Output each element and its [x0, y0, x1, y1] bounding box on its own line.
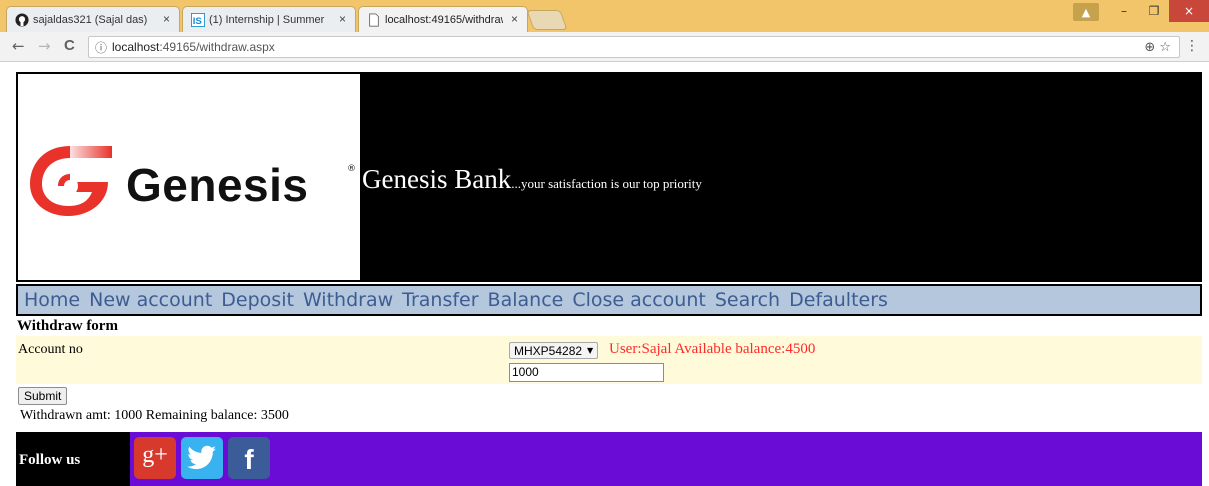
- browser-tabstrip: sajaldas321 (Sajal das) × IS (1) Interns…: [0, 0, 1209, 32]
- address-bar[interactable]: ⓘ localhost:49165/withdraw.aspx ⊕ ☆: [88, 36, 1180, 58]
- tab-title: (1) Internship | Summer I: [209, 13, 327, 26]
- facebook-glyph: f: [244, 444, 254, 475]
- tab-withdraw[interactable]: localhost:49165/withdraw ×: [358, 6, 528, 32]
- withdraw-result: Withdrawn amt: 1000 Remaining balance: 3…: [20, 408, 289, 423]
- twitter-icon[interactable]: [181, 437, 223, 479]
- footer: Follow us g+ f: [16, 432, 1202, 486]
- close-window-button[interactable]: ×: [1169, 0, 1209, 22]
- page-icon: [369, 13, 379, 27]
- bank-tagline: ...your satisfaction is our top priority: [511, 176, 702, 191]
- google-plus-glyph: g+: [142, 442, 168, 468]
- close-icon[interactable]: ×: [511, 12, 518, 26]
- registered-mark: ®: [347, 164, 356, 174]
- follow-label: Follow us: [19, 452, 81, 468]
- tab-title: sajaldas321 (Sajal das): [33, 13, 148, 26]
- menu-item-search[interactable]: Search: [715, 289, 780, 311]
- account-selected-value: MHXP54282: [514, 343, 583, 358]
- form-title: Withdraw form: [17, 318, 118, 334]
- menu-item-transfer[interactable]: Transfer: [402, 289, 478, 311]
- submit-button[interactable]: Submit: [18, 387, 68, 405]
- zoom-bookmark-icons[interactable]: ⊕ ☆: [1144, 40, 1171, 55]
- info-icon[interactable]: ⓘ: [95, 39, 107, 56]
- close-icon[interactable]: ×: [163, 12, 170, 26]
- main-menu: Home New account Deposit Withdraw Transf…: [16, 284, 1202, 316]
- new-tab-button[interactable]: [526, 10, 568, 30]
- github-icon: [15, 13, 29, 27]
- minimize-button[interactable]: –: [1109, 0, 1139, 22]
- restore-button[interactable]: ❐: [1139, 0, 1169, 22]
- menu-item-balance[interactable]: Balance: [488, 289, 564, 311]
- amount-input[interactable]: 1000: [509, 363, 664, 382]
- google-plus-icon[interactable]: g+: [134, 437, 176, 479]
- menu-item-home[interactable]: Home: [24, 289, 80, 311]
- browser-menu-icon[interactable]: ⋮: [1185, 38, 1199, 54]
- menu-item-withdraw[interactable]: Withdraw: [303, 289, 393, 311]
- url-host: localhost: [112, 40, 160, 54]
- tab-github[interactable]: sajaldas321 (Sajal das) ×: [6, 6, 180, 32]
- reload-button[interactable]: C: [64, 37, 75, 55]
- chevron-down-icon: ▼: [587, 346, 594, 355]
- user-balance-info: User:Sajal Available balance:4500: [609, 341, 816, 357]
- url-path: :49165/withdraw.aspx: [159, 40, 275, 54]
- back-button[interactable]: ←: [12, 37, 25, 55]
- logo-wordmark: Genesis: [126, 159, 309, 211]
- bank-name: Genesis Bank: [362, 164, 512, 194]
- menu-item-defaulters[interactable]: Defaulters: [789, 289, 888, 311]
- bank-title: Genesis Bank...your satisfaction is our …: [362, 164, 702, 195]
- menu-item-deposit[interactable]: Deposit: [221, 289, 294, 311]
- browser-toolbar: ← → C ⓘ localhost:49165/withdraw.aspx ⊕ …: [0, 32, 1209, 62]
- tab-internship[interactable]: IS (1) Internship | Summer I ×: [182, 6, 356, 32]
- internshala-icon: IS: [191, 13, 205, 27]
- window-controls: ▲ – ❐ ×: [1073, 0, 1209, 24]
- withdraw-form-panel: Account no MHXP54282 ▼ User:Sajal Availa…: [16, 336, 1202, 384]
- tab-title: localhost:49165/withdraw: [385, 13, 503, 26]
- genesis-swirl-icon: [30, 146, 112, 216]
- svg-text:IS: IS: [193, 16, 203, 27]
- genesis-logo: Genesis ®: [18, 74, 360, 280]
- account-select[interactable]: MHXP54282 ▼: [509, 342, 599, 359]
- close-icon[interactable]: ×: [339, 12, 346, 26]
- forward-button[interactable]: →: [38, 37, 51, 55]
- menu-item-close-account[interactable]: Close account: [572, 289, 706, 311]
- account-label: Account no: [18, 342, 83, 357]
- bank-banner: Genesis ® Genesis Bank...your satisfacti…: [16, 72, 1202, 282]
- twitter-bird-icon: [187, 445, 216, 470]
- menu-item-new-account[interactable]: New account: [89, 289, 212, 311]
- user-icon[interactable]: ▲: [1073, 3, 1099, 21]
- follow-box: Follow us: [16, 432, 130, 486]
- facebook-icon[interactable]: f: [228, 437, 270, 479]
